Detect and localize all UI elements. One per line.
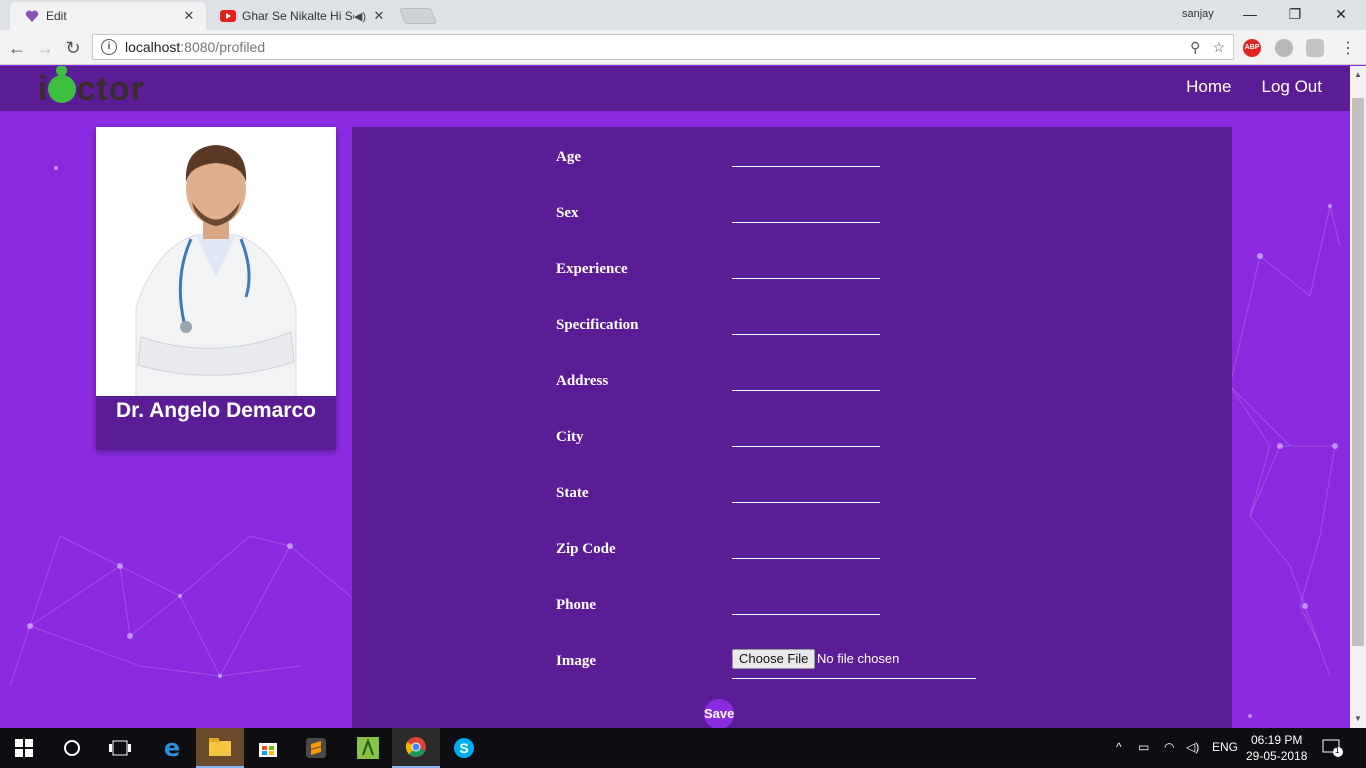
field-label: Phone [556, 597, 597, 613]
form-row-state: State [556, 485, 1096, 541]
app-icon[interactable] [344, 728, 392, 768]
action-center-icon[interactable]: 1 [1322, 738, 1344, 758]
url-path: :8080/profiled [180, 39, 266, 55]
back-arrow-icon[interactable]: ← [6, 37, 28, 59]
field-label: Address [556, 373, 609, 389]
browser-tab-youtube[interactable]: Ghar Se Nikalte Hi So ◀) ✕ [206, 2, 396, 30]
task-view-icon[interactable] [96, 728, 144, 768]
show-hidden-icons-icon[interactable]: ^ [1116, 740, 1122, 754]
tab-title: Edit [46, 9, 67, 23]
zip-code-input[interactable] [732, 541, 880, 559]
nav-logout-link[interactable]: Log Out [1262, 77, 1323, 97]
wifi-icon[interactable]: ◠ [1164, 740, 1174, 754]
cortana-search-icon[interactable] [48, 728, 96, 768]
youtube-favicon-icon [220, 8, 236, 24]
form-row-phone: Phone [556, 597, 1096, 653]
doctor-profile-card: Dr. Angelo Demarco [96, 127, 336, 450]
experience-input[interactable] [732, 261, 880, 279]
windows-start-icon[interactable] [0, 728, 48, 768]
skype-icon[interactable]: S [440, 728, 488, 768]
address-input[interactable] [732, 373, 880, 391]
info-icon[interactable]: i [101, 39, 117, 55]
extension-icon[interactable] [1275, 39, 1293, 57]
field-label: Experience [556, 261, 628, 277]
save-button[interactable]: Save [704, 699, 734, 728]
file-status: No file chosen [817, 651, 900, 666]
windows-taskbar: e S ^ ▭ ◠ ◁) ENG 06:19 PM 29-05-2018 1 [0, 728, 1366, 768]
field-label: Age [556, 149, 581, 165]
image-file-input[interactable]: Choose File No file chosen [732, 649, 976, 679]
clock-date: 29-05-2018 [1246, 749, 1308, 763]
form-row-city: City [556, 429, 1096, 485]
address-bar[interactable]: i localhost:8080/profiled ⚲ ☆ [92, 34, 1234, 60]
url-host: localhost [125, 39, 181, 55]
form-row-age: Age [556, 149, 1096, 205]
profile-form: Age Sex Experience Specification Address… [352, 127, 1232, 728]
edge-browser-icon[interactable]: e [148, 728, 196, 768]
form-row-address: Address [556, 373, 1096, 429]
store-icon[interactable] [244, 728, 292, 768]
system-clock[interactable]: 06:19 PM 29-05-2018 [1246, 732, 1307, 764]
specification-input[interactable] [732, 317, 880, 335]
form-row-zip: Zip Code [556, 541, 1096, 597]
field-label: State [556, 485, 589, 501]
form-row-specification: Specification [556, 317, 1096, 373]
field-label: Zip Code [556, 541, 616, 557]
close-window-icon[interactable]: ✕ [1321, 4, 1361, 24]
browser-menu-icon[interactable]: ⋮ [1340, 38, 1356, 58]
field-label: Sex [556, 205, 579, 221]
phone-input[interactable] [732, 597, 880, 615]
speaker-icon[interactable]: ◀) [354, 10, 366, 23]
volume-icon[interactable]: ◁) [1186, 740, 1199, 754]
state-input[interactable] [732, 485, 880, 503]
browser-profile-name[interactable]: sanjay [1182, 8, 1214, 20]
field-label: City [556, 429, 584, 445]
svg-text:S: S [459, 740, 468, 756]
language-indicator[interactable]: ENG [1212, 740, 1238, 754]
scroll-down-icon[interactable]: ▼ [1354, 714, 1362, 723]
page-scrollbar[interactable]: ▲ ▼ [1350, 66, 1366, 728]
sex-input[interactable] [732, 205, 880, 223]
close-tab-icon[interactable]: ✕ [372, 8, 386, 24]
scroll-up-icon[interactable]: ▲ [1354, 70, 1362, 79]
restore-icon[interactable]: ❐ [1275, 4, 1315, 24]
new-tab-button[interactable] [399, 8, 437, 24]
city-input[interactable] [732, 429, 880, 447]
bookmark-star-icon[interactable]: ☆ [1212, 39, 1225, 56]
tab-title: Ghar Se Nikalte Hi So [242, 9, 354, 23]
minimize-icon[interactable]: — [1230, 4, 1270, 24]
field-label: Image [556, 653, 596, 669]
browser-tab-strip: Edit ✕ Ghar Se Nikalte Hi So ◀) ✕ sanjay… [0, 0, 1366, 30]
chrome-icon[interactable] [392, 728, 440, 768]
site-navbar: i ctor Home Log Out [0, 66, 1350, 111]
web-page: i ctor Home Log Out Dr. Angelo Demarco A… [0, 66, 1350, 728]
choose-file-button[interactable]: Choose File [732, 649, 816, 669]
browser-toolbar: ← → ↻ i localhost:8080/profiled ⚲ ☆ ABP … [0, 30, 1366, 65]
form-row-experience: Experience [556, 261, 1096, 317]
logo-figure-icon [48, 66, 77, 103]
age-input[interactable] [732, 149, 880, 167]
form-row-sex: Sex [556, 205, 1096, 261]
heart-favicon-icon [24, 8, 40, 24]
nav-home-link[interactable]: Home [1186, 77, 1231, 97]
idoctor-logo[interactable]: i ctor [38, 66, 145, 109]
notification-count: 1 [1335, 746, 1340, 755]
network-device-icon[interactable]: ▭ [1138, 740, 1149, 754]
reload-icon[interactable]: ↻ [62, 37, 84, 59]
file-explorer-icon[interactable] [196, 728, 244, 768]
browser-tab-edit[interactable]: Edit ✕ [10, 2, 206, 30]
shield-extension-icon[interactable] [1306, 39, 1324, 57]
scrollbar-thumb[interactable] [1352, 98, 1364, 646]
zoom-icon[interactable]: ⚲ [1190, 39, 1200, 56]
clock-time: 06:19 PM [1251, 733, 1303, 747]
field-label: Specification [556, 317, 639, 333]
sublime-text-icon[interactable] [292, 728, 340, 768]
doctor-photo [96, 127, 336, 396]
forward-arrow-icon[interactable]: → [34, 37, 56, 59]
form-row-image: Image Choose File No file chosen [556, 649, 1096, 709]
adblock-extension-icon[interactable]: ABP [1243, 39, 1261, 57]
doctor-name: Dr. Angelo Demarco [116, 399, 316, 422]
close-tab-icon[interactable]: ✕ [182, 8, 196, 24]
